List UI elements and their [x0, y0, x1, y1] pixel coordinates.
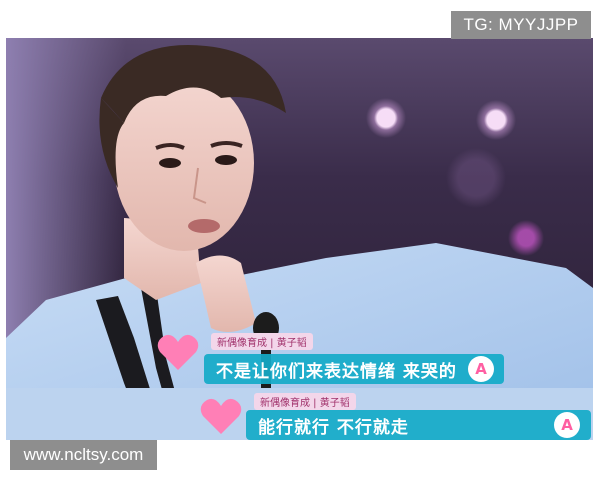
subtitle-tag-text-2: 新偶像育成 | 黄子韬 [260, 398, 350, 409]
subtitle-text-1: 不是让你们来表达情绪 来哭的 [216, 361, 457, 382]
subtitle-tag-2: 新偶像育成 | 黄子韬 [254, 393, 356, 410]
subtitle-bar-2: 能行就行 不行就走 [246, 410, 591, 440]
badge-letter-1: A [475, 360, 487, 378]
watermark-top: TG: MYYJJPP [451, 11, 591, 39]
video-still-frame: 新偶像育成 | 黄子韬 不是让你们来表达情绪 来哭的 A 新偶像育成 | 黄子韬… [6, 38, 593, 440]
letter-a-badge-icon: A [468, 356, 494, 382]
letter-a-badge-icon: A [554, 412, 580, 438]
subtitle-tag-1: 新偶像育成 | 黄子韬 [211, 333, 313, 350]
subtitle-text-2: 能行就行 不行就走 [258, 417, 409, 438]
watermark-bottom: www.ncltsy.com [10, 440, 157, 470]
badge-letter-2: A [561, 416, 573, 434]
subtitle-tag-text-1: 新偶像育成 | 黄子韬 [217, 338, 307, 349]
heart-logo-icon [157, 334, 199, 370]
subtitle-bar-1: 不是让你们来表达情绪 来哭的 [204, 354, 504, 384]
heart-logo-icon [200, 398, 242, 434]
